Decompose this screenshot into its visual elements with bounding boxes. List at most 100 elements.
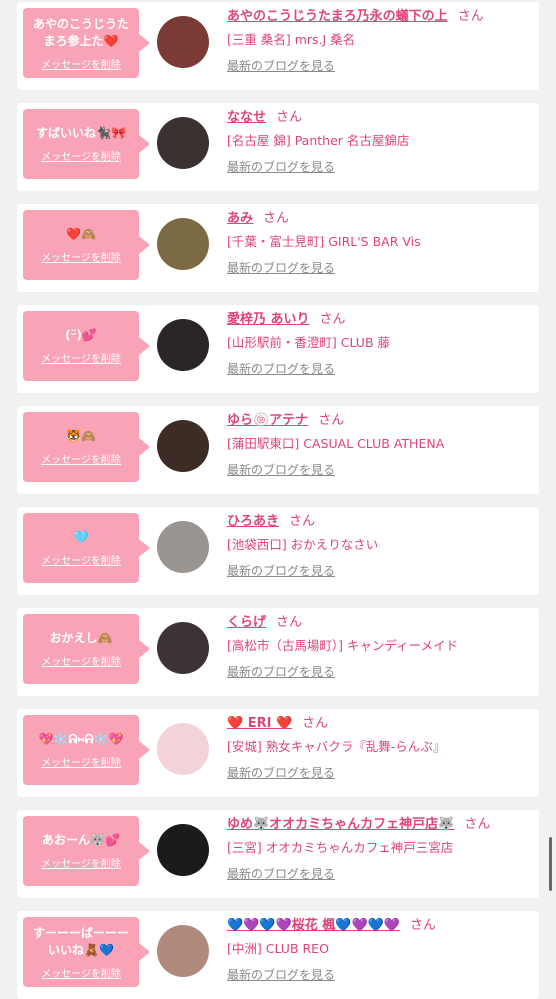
message-bubble: すーーーばーーーいいね🧸💙 メッセージを削除 [23, 917, 150, 987]
user-info: ❤️ ERI ❤️ さん [安城] 熟女キャバクラ『乱舞-らんぶ』 最新のブログを… [227, 714, 531, 782]
user-name-link[interactable]: 💙💜💙💜桜花 楓💙💜💙💜 [227, 918, 400, 933]
delete-message-link[interactable]: メッセージを削除 [41, 148, 121, 163]
message-bubble: あやのこうじうたまろ参上た❤️ メッセージを削除 [23, 8, 150, 78]
user-info: ひろあき さん [池袋西口] おかえりなさい 最新のブログを見る [227, 512, 531, 580]
message-text: すーーーばーーーいいね🧸💙 [32, 925, 129, 957]
user-name-link[interactable]: あやのこうじうたまろ乃永の蟻下の上 [227, 9, 448, 24]
user-name-link[interactable]: ななせ [227, 110, 266, 125]
user-name-link[interactable]: 愛梓乃 あいり [227, 312, 310, 327]
delete-message-link[interactable]: メッセージを削除 [41, 350, 121, 365]
message-bubble: すばいいね🐈‍⬛🎀 メッセージを削除 [23, 109, 150, 179]
shop-info: [安城] 熟女キャバクラ『乱舞-らんぶ』 [227, 739, 446, 754]
message-bubble: (ᵕ̈)💕 メッセージを削除 [23, 311, 150, 381]
avatar[interactable] [157, 319, 209, 371]
latest-blog-link[interactable]: 最新のブログを見る [227, 360, 335, 378]
delete-message-link[interactable]: メッセージを削除 [41, 754, 121, 769]
user-info: あやのこうじうたまろ乃永の蟻下の上 さん [三重 桑名] mrs.J 桑名 最新の… [227, 7, 531, 75]
delete-message-link[interactable]: メッセージを削除 [41, 965, 121, 980]
message-text: 🐯🙈 [66, 429, 96, 443]
user-name-link[interactable]: ❤️ ERI ❤️ [227, 716, 292, 731]
message-text: あおーん🐺💕 [42, 833, 120, 847]
avatar[interactable] [157, 925, 209, 977]
avatar[interactable] [157, 723, 209, 775]
delete-message-link[interactable]: メッセージを削除 [41, 56, 121, 71]
message-text: 🩵 [73, 530, 89, 544]
user-name-link[interactable]: ひろあき [227, 514, 279, 529]
message-text: あやのこうじうたまろ参上た❤️ [32, 16, 129, 48]
latest-blog-link[interactable]: 最新のブログを見る [227, 259, 335, 277]
vertical-scrollbar[interactable] [549, 837, 552, 891]
message-bubble: ❤️🙈 メッセージを削除 [23, 210, 150, 280]
honorific: さん [464, 817, 491, 832]
honorific: さん [410, 918, 437, 933]
shop-info: [名古屋 錦] Panther 名古屋錦店 [227, 133, 410, 148]
latest-blog-link[interactable]: 最新のブログを見る [227, 158, 335, 176]
user-name-link[interactable]: ゆら🍥アテナ [227, 413, 308, 428]
message-bubble: あおーん🐺💕 メッセージを削除 [23, 816, 150, 886]
latest-blog-link[interactable]: 最新のブログを見る [227, 663, 335, 681]
shop-info: [池袋西口] おかえりなさい [227, 537, 379, 552]
message-text: おかえし🙈 [49, 631, 113, 645]
message-text: ❤️🙈 [66, 227, 96, 241]
list-item: 🩵 メッセージを削除 ひろあき さん [池袋西口] おかえりなさい 最新のブログを… [17, 507, 539, 595]
latest-blog-link[interactable]: 最新のブログを見る [227, 966, 335, 984]
avatar[interactable] [157, 622, 209, 674]
shop-info: [三宮] オオカミちゃんカフェ神戸三宮店 [227, 840, 454, 855]
avatar[interactable] [157, 824, 209, 876]
delete-message-link[interactable]: メッセージを削除 [41, 249, 121, 264]
message-bubble: 💖❄️ᕱ⑅ᕱ❄️💖 メッセージを削除 [23, 715, 150, 785]
list-item: ❤️🙈 メッセージを削除 あみ さん [千葉・富士見町] GIRL'S BAR V… [17, 204, 539, 292]
latest-blog-link[interactable]: 最新のブログを見る [227, 562, 335, 580]
shop-info: [三重 桑名] mrs.J 桑名 [227, 32, 356, 47]
delete-message-link[interactable]: メッセージを削除 [41, 451, 121, 466]
latest-blog-link[interactable]: 最新のブログを見る [227, 865, 335, 883]
honorific: さん [276, 615, 303, 630]
user-name-link[interactable]: くらげ [227, 615, 266, 630]
message-bubble: 🐯🙈 メッセージを削除 [23, 412, 150, 482]
message-text: 💖❄️ᕱ⑅ᕱ❄️💖 [38, 732, 124, 746]
delete-message-link[interactable]: メッセージを削除 [41, 552, 121, 567]
shop-info: [蒲田駅東口] CASUAL CLUB ATHENA [227, 436, 445, 451]
list-item: すばいいね🐈‍⬛🎀 メッセージを削除 ななせ さん [名古屋 錦] Panther… [17, 103, 539, 191]
honorific: さん [319, 312, 346, 327]
avatar[interactable] [157, 218, 209, 270]
shop-info: [中洲] CLUB REO [227, 941, 329, 956]
user-info: あみ さん [千葉・富士見町] GIRL'S BAR Vis 最新のブログを見る [227, 209, 531, 277]
shop-info: [高松市（古馬場町）] キャンディーメイド [227, 638, 459, 653]
avatar[interactable] [157, 420, 209, 472]
honorific: さん [318, 413, 345, 428]
user-name-link[interactable]: あみ [227, 211, 253, 226]
message-bubble: おかえし🙈 メッセージを削除 [23, 614, 150, 684]
honorific: さん [302, 716, 329, 731]
avatar[interactable] [157, 521, 209, 573]
honorific: さん [289, 514, 316, 529]
list-item: すーーーばーーーいいね🧸💙 メッセージを削除 💙💜💙💜桜花 楓💙💜💙💜 さん [中… [17, 911, 539, 999]
message-text: (ᵕ̈)💕 [65, 328, 97, 342]
list-item: 🐯🙈 メッセージを削除 ゆら🍥アテナ さん [蒲田駅東口] CASUAL CLUB… [17, 406, 539, 494]
honorific: さん [276, 110, 303, 125]
latest-blog-link[interactable]: 最新のブログを見る [227, 57, 335, 75]
list-item: あおーん🐺💕 メッセージを削除 ゆめ🐺オオカミちゃんカフェ神戸店🐺 さん [三宮]… [17, 810, 539, 898]
latest-blog-link[interactable]: 最新のブログを見る [227, 764, 335, 782]
user-info: ゆら🍥アテナ さん [蒲田駅東口] CASUAL CLUB ATHENA 最新のブ… [227, 411, 531, 479]
user-info: ななせ さん [名古屋 錦] Panther 名古屋錦店 最新のブログを見る [227, 108, 531, 176]
user-name-link[interactable]: ゆめ🐺オオカミちゃんカフェ神戸店🐺 [227, 817, 454, 832]
honorific: さん [263, 211, 290, 226]
list-item: 💖❄️ᕱ⑅ᕱ❄️💖 メッセージを削除 ❤️ ERI ❤️ さん [安城] 熟女キャ… [17, 709, 539, 797]
list-item: おかえし🙈 メッセージを削除 くらげ さん [高松市（古馬場町）] キャンディーメ… [17, 608, 539, 696]
user-info: くらげ さん [高松市（古馬場町）] キャンディーメイド 最新のブログを見る [227, 613, 531, 681]
shop-info: [山形駅前・香澄町] CLUB 藤 [227, 335, 390, 350]
message-text: すばいいね🐈‍⬛🎀 [36, 126, 126, 140]
user-info: 愛梓乃 あいり さん [山形駅前・香澄町] CLUB 藤 最新のブログを見る [227, 310, 531, 378]
avatar[interactable] [157, 16, 209, 68]
user-info: 💙💜💙💜桜花 楓💙💜💙💜 さん [中洲] CLUB REO 最新のブログを見る [227, 916, 531, 984]
avatar[interactable] [157, 117, 209, 169]
latest-blog-link[interactable]: 最新のブログを見る [227, 461, 335, 479]
shop-info: [千葉・富士見町] GIRL'S BAR Vis [227, 234, 421, 249]
list-item: (ᵕ̈)💕 メッセージを削除 愛梓乃 あいり さん [山形駅前・香澄町] CLUB… [17, 305, 539, 393]
honorific: さん [457, 9, 484, 24]
delete-message-link[interactable]: メッセージを削除 [41, 855, 121, 870]
user-info: ゆめ🐺オオカミちゃんカフェ神戸店🐺 さん [三宮] オオカミちゃんカフェ神戸三宮店… [227, 815, 531, 883]
delete-message-link[interactable]: メッセージを削除 [41, 653, 121, 668]
list-item: あやのこうじうたまろ参上た❤️ メッセージを削除 あやのこうじうたまろ乃永の蟻下… [17, 2, 539, 90]
